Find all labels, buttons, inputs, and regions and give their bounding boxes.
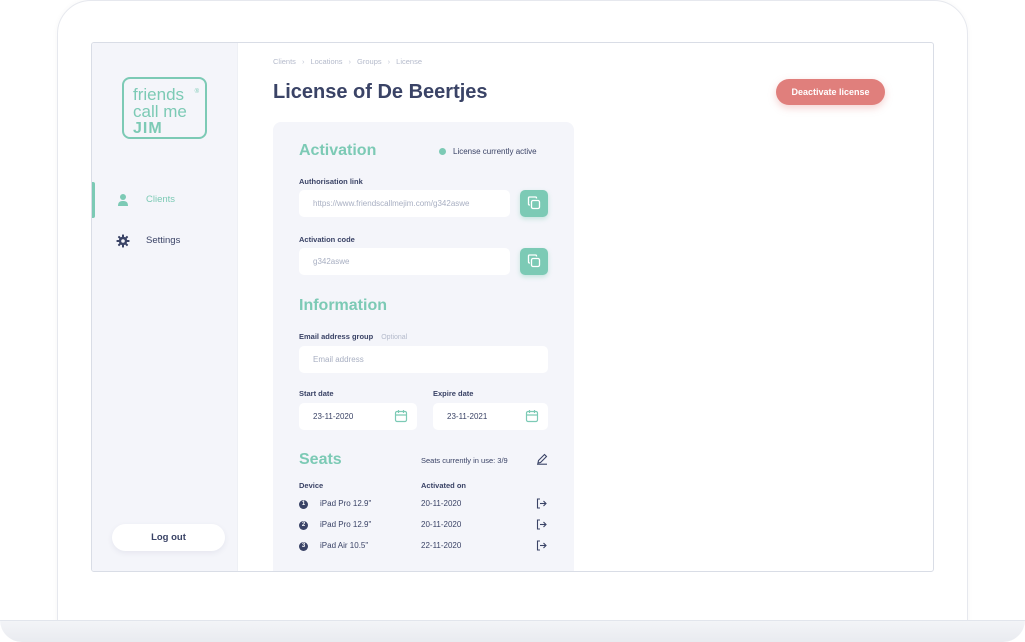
copy-icon — [527, 196, 541, 210]
start-date-value: 23-11-2020 — [313, 412, 354, 421]
seat-number: 2 — [299, 521, 308, 530]
device-name: iPad Air 10.5" — [320, 541, 369, 550]
seats-in-use: Seats currently in use: 3/9 — [421, 456, 508, 465]
status-dot-icon — [439, 148, 446, 155]
chevron-right-icon: › — [348, 57, 352, 66]
chevron-right-icon: › — [387, 57, 391, 66]
deactivate-license-button[interactable]: Deactivate license — [776, 79, 885, 105]
authorisation-link-label: Authorisation link — [299, 177, 363, 186]
expire-date-value: 23-11-2021 — [447, 412, 488, 421]
page-title: License of De Beertjes — [273, 81, 488, 103]
seat-number: 3 — [299, 542, 308, 551]
pencil-icon[interactable] — [536, 453, 548, 465]
copy-code-button[interactable] — [520, 248, 548, 275]
calendar-icon[interactable] — [525, 409, 539, 423]
breadcrumb-groups[interactable]: Groups — [357, 57, 382, 66]
copy-link-button[interactable] — [520, 190, 548, 217]
breadcrumb-locations[interactable]: Locations — [310, 57, 342, 66]
seat-row: 3 iPad Air 10.5" 22-11-2020 — [299, 540, 549, 555]
activated-column-header: Activated on — [421, 481, 467, 490]
logo-line-1: friends — [133, 85, 185, 104]
email-group-label: Email address group Optional — [299, 332, 407, 341]
authorisation-link-field[interactable]: https://www.friendscallmejim.com/g342asw… — [299, 190, 510, 217]
app-screen: friends call me JIM ® Clients Settings L… — [91, 42, 934, 572]
optional-hint: Optional — [381, 334, 408, 341]
activated-date: 20-11-2020 — [421, 520, 462, 529]
activated-date: 22-11-2020 — [421, 541, 462, 550]
license-card: Activation License currently active Auth… — [273, 122, 574, 571]
sidebar-item-clients[interactable]: Clients — [92, 182, 238, 218]
device-column-header: Device — [299, 481, 324, 490]
logout-device-icon[interactable] — [536, 540, 547, 551]
breadcrumb-license: License — [396, 57, 423, 66]
sidebar: friends call me JIM ® Clients Settings L… — [92, 43, 238, 571]
device-name: iPad Pro 12.9" — [320, 520, 372, 529]
activation-code-label: Activation code — [299, 235, 355, 244]
activation-title: Activation — [299, 142, 377, 159]
seat-row: 2 iPad Pro 12.9" 20-11-2020 — [299, 519, 549, 534]
breadcrumb-clients[interactable]: Clients — [273, 57, 296, 66]
chevron-right-icon: › — [301, 57, 305, 66]
active-indicator — [92, 182, 95, 218]
gear-icon — [116, 234, 130, 248]
logo-line-2: call me — [133, 102, 187, 121]
user-icon — [118, 194, 128, 206]
email-group-label-text: Email address group — [299, 332, 374, 341]
sidebar-item-label: Settings — [146, 235, 181, 246]
logout-device-icon[interactable] — [536, 498, 547, 509]
laptop-base — [0, 620, 1025, 642]
logo-registered-mark: ® — [194, 89, 199, 95]
status-badge: License currently active — [439, 147, 537, 156]
breadcrumb: Clients › Locations › Groups › License — [273, 57, 422, 66]
seats-title: Seats — [299, 451, 342, 468]
logout-device-icon[interactable] — [536, 519, 547, 530]
device-name: iPad Pro 12.9" — [320, 499, 372, 508]
copy-icon — [527, 254, 541, 268]
logout-button[interactable]: Log out — [112, 524, 225, 551]
status-text: License currently active — [453, 147, 537, 156]
start-date-label: Start date — [299, 389, 334, 398]
calendar-icon[interactable] — [394, 409, 408, 423]
logo: friends call me JIM ® — [122, 77, 207, 139]
start-date-field[interactable]: 23-11-2020 — [299, 403, 417, 430]
information-title: Information — [299, 297, 387, 314]
sidebar-item-settings[interactable]: Settings — [92, 223, 238, 259]
email-input[interactable]: Email address — [299, 346, 548, 373]
seat-row: 1 iPad Pro 12.9" 20-11-2020 — [299, 498, 549, 513]
seat-number: 1 — [299, 500, 308, 509]
logo-line-3: JIM — [133, 120, 163, 137]
expire-date-label: Expire date — [433, 389, 474, 398]
activated-date: 20-11-2020 — [421, 499, 462, 508]
activation-code-field[interactable]: g342aswe — [299, 248, 510, 275]
sidebar-item-label: Clients — [146, 194, 176, 205]
expire-date-field[interactable]: 23-11-2021 — [433, 403, 548, 430]
